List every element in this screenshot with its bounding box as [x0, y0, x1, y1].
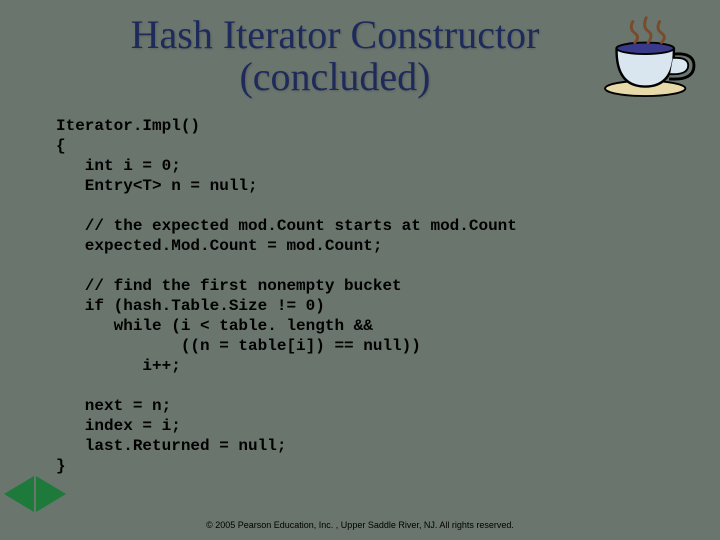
java-cup-icon	[602, 12, 698, 98]
slide-title: Hash Iterator Constructor (concluded)	[50, 14, 680, 98]
copyright-text: © 2005 Pearson Education, Inc. , Upper S…	[0, 520, 720, 530]
nav-controls	[4, 476, 66, 512]
next-arrow-icon[interactable]	[36, 476, 66, 512]
title-line-2: (concluded)	[239, 54, 430, 99]
slide: Hash Iterator Constructor (concluded) It…	[0, 0, 720, 540]
title-line-1: Hash Iterator Constructor	[131, 12, 540, 57]
code-block: Iterator.Impl() { int i = 0; Entry<T> n …	[56, 116, 680, 476]
prev-arrow-icon[interactable]	[4, 476, 34, 512]
